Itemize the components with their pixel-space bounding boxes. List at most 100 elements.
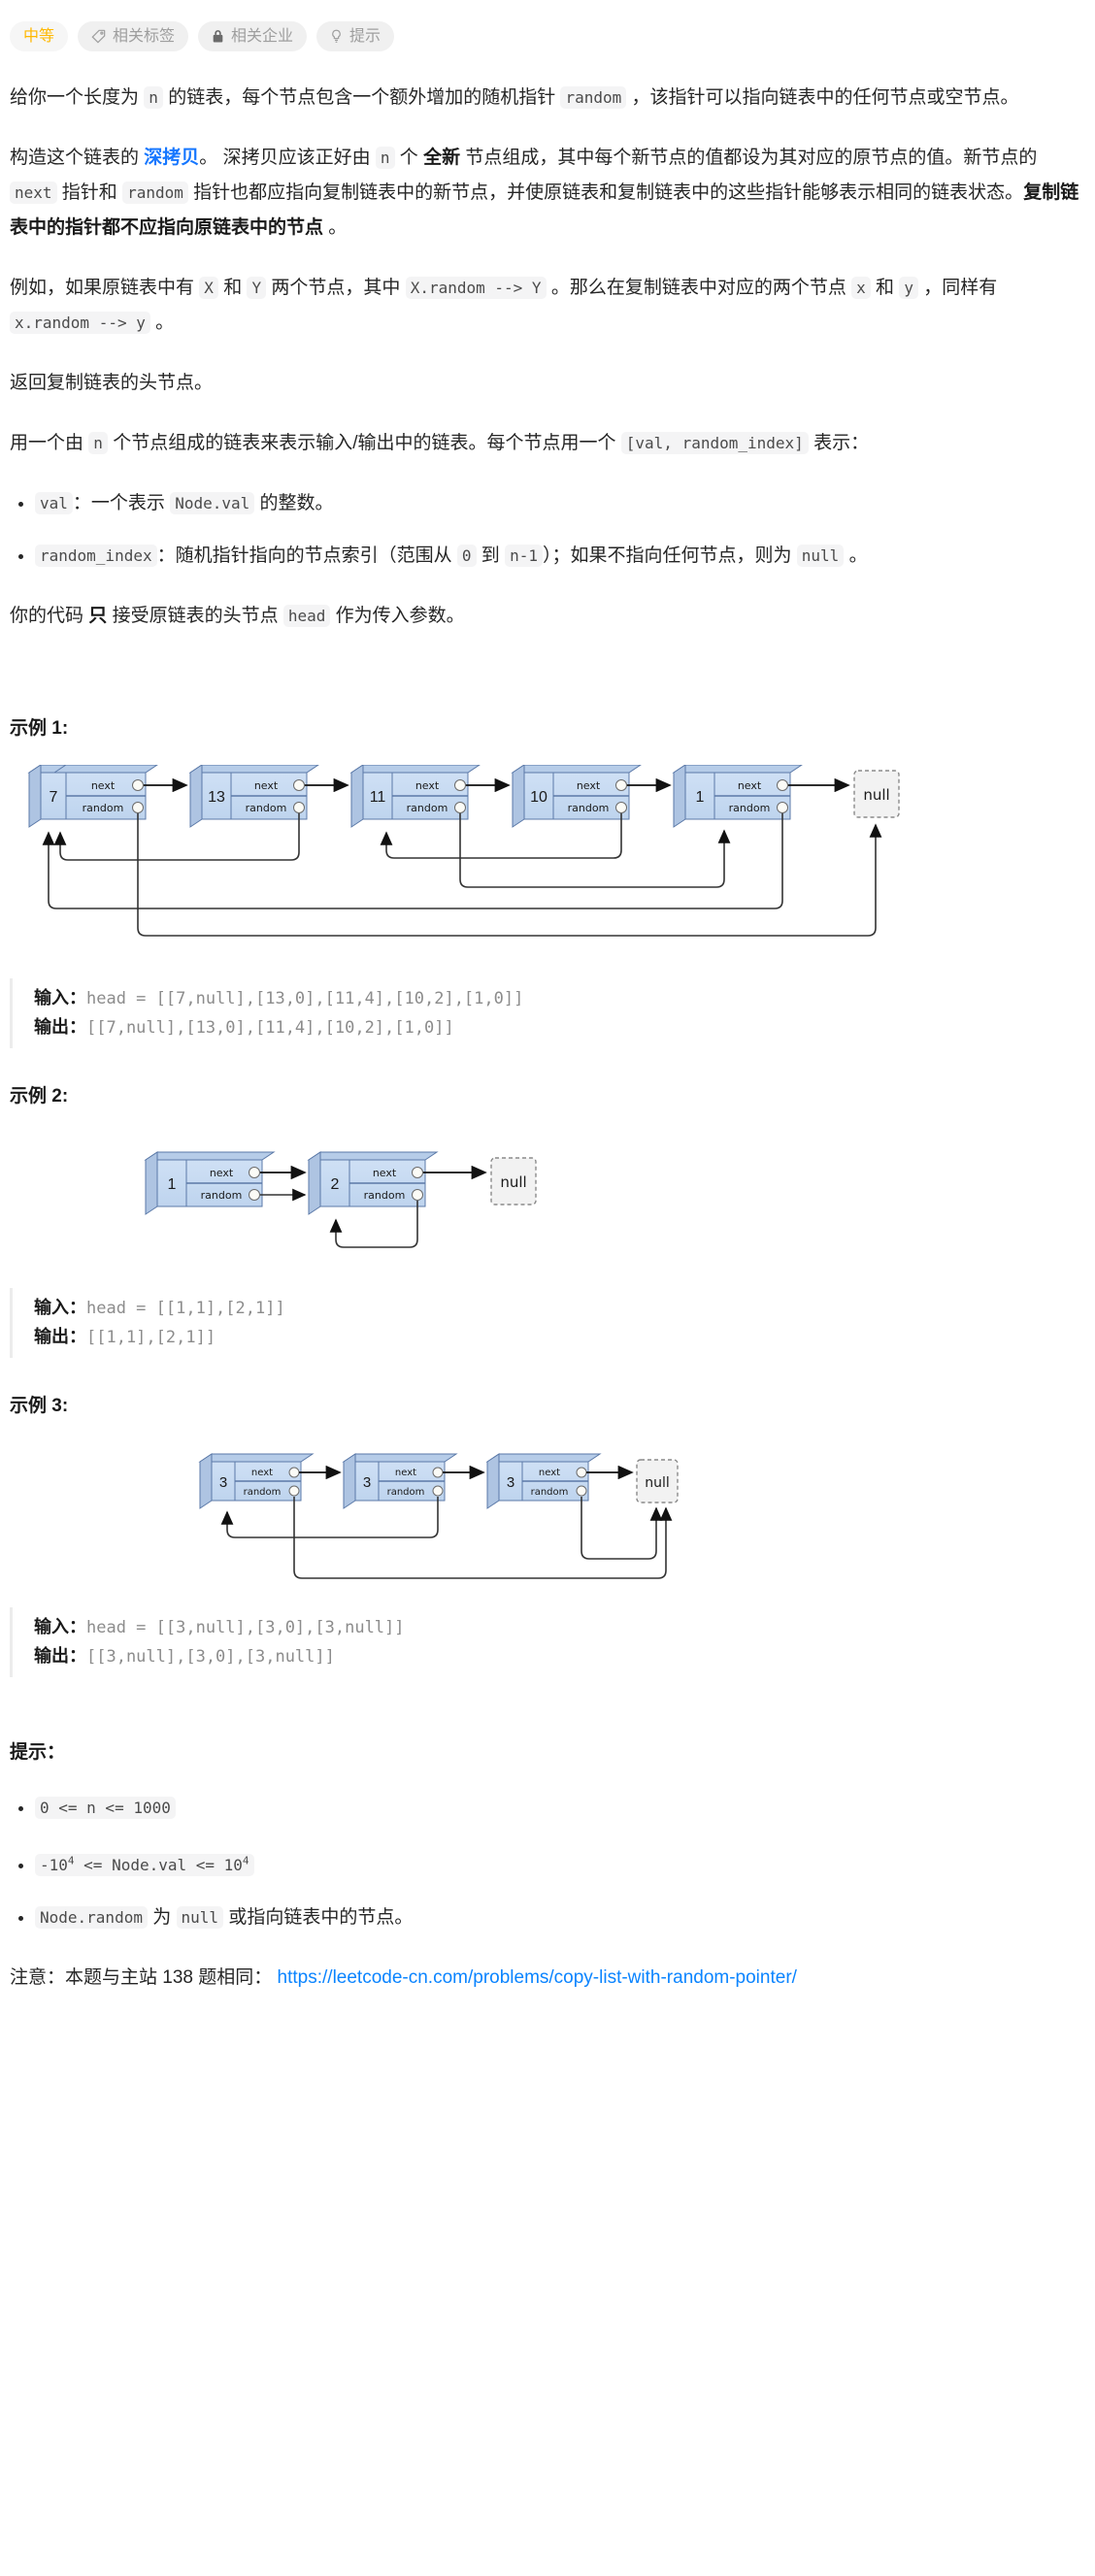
output-label: 输出： (34, 1327, 86, 1347)
svg-text:random: random (244, 1487, 282, 1498)
constraint-node-val-range: -104 <= Node.val <= 104 (35, 1853, 254, 1876)
exponent: 4 (67, 1854, 75, 1867)
code-null: null (176, 1905, 224, 1929)
lock-icon (212, 29, 224, 44)
code-X: X (199, 277, 218, 300)
linked-list-svg-2: 1 next random 2 next random null (144, 1151, 537, 1248)
svg-text:random: random (531, 1487, 569, 1498)
input-label: 输入： (34, 1617, 86, 1637)
code-X-random-Y: X.random --> Y (405, 277, 547, 300)
text: 和 (870, 278, 900, 299)
example-3-output: 输出：[[3,null],[3,0],[3,null]] (34, 1642, 1085, 1671)
example-2-diagram: 1 next random 2 next random null (10, 1133, 1085, 1269)
code-n: n (88, 432, 108, 455)
example-3-io: 输入：head = [[3,null],[3,0],[3,null]] 输出：[… (10, 1607, 1085, 1678)
problem-page: 中等 相关标签 相关企业 提示 给你一个长度为 n 的链表，每个节点包含一个额外… (0, 0, 1095, 2060)
output-label: 输出： (34, 1017, 86, 1038)
svg-text:random: random (83, 802, 124, 814)
output-value: [[1,1],[2,1]] (86, 1328, 216, 1348)
paragraph-6: 你的代码 只 接受原链表的头节点 head 作为传入参数。 (10, 599, 1085, 634)
text: 和 (217, 278, 248, 299)
source-problem-link[interactable]: https://leetcode-cn.com/problems/copy-li… (278, 1967, 797, 1988)
hints-heading: 提示： (10, 1742, 66, 1764)
related-tags-button[interactable]: 相关标签 (78, 21, 189, 52)
text: ：随机指针指向的节点索引（范围从 (156, 545, 457, 567)
text: 节点组成，其中每个新节点的值都设为其对应的原节点的值。新节点的 (460, 148, 1038, 169)
example-2-heading: 示例 2: (10, 1086, 69, 1107)
svg-text:random: random (568, 802, 610, 814)
related-tags-label: 相关标签 (113, 28, 176, 45)
svg-text:next: next (373, 1167, 397, 1179)
svg-text:7: 7 (50, 789, 58, 806)
random-pointer-arrow (220, 1497, 673, 1579)
related-companies-button[interactable]: 相关企业 (198, 21, 308, 52)
input-value: head = [[1,1],[2,1]] (86, 1299, 285, 1319)
text: ：一个表示 (72, 493, 171, 514)
input-label: 输入： (34, 988, 86, 1008)
code-x: x (851, 277, 871, 300)
code-next: next (10, 182, 57, 205)
text: 用一个由 (10, 433, 89, 454)
text: 个节点组成的链表来表示输入/输出中的链表。每个节点用一个 (107, 433, 621, 454)
hints-list: 0 <= n <= 1000 -104 <= Node.val <= 104 N… (10, 1791, 1085, 1934)
linked-list-svg-1: 7 next random 13 next random 11 next ran… (27, 765, 900, 937)
input-value: head = [[7,null],[13,0],[11,4],[10,2],[1… (86, 989, 524, 1009)
svg-text:3: 3 (363, 1474, 371, 1491)
example-3-heading: 示例 3: (10, 1396, 69, 1417)
code-n: n (144, 86, 163, 110)
node-box: 3 next random (342, 1453, 458, 1510)
code-random: random (122, 182, 188, 205)
input-label: 输入： (34, 1298, 86, 1318)
text: 。 (149, 313, 175, 334)
paragraph-2: 构造这个链表的 深拷贝。 深拷贝应该正好由 n 个 全新 节点组成，其中每个新节… (10, 141, 1085, 246)
hint-button[interactable]: 提示 (316, 21, 395, 52)
svg-text:null: null (645, 1475, 670, 1491)
text: 指针和 (56, 182, 123, 204)
deep-copy-accent: 深拷贝 (144, 148, 200, 169)
text: -10 (40, 1855, 68, 1874)
text: 。 (323, 217, 348, 239)
code-zero: 0 (456, 545, 477, 568)
null-node: null (636, 1459, 679, 1503)
list-item: -104 <= Node.val <= 104 (35, 1843, 1085, 1882)
text: 作为传入参数。 (330, 606, 465, 627)
example-1-heading: 示例 1: (10, 718, 69, 740)
text: 。 (844, 545, 868, 567)
example-1-diagram: 7 next random 13 next random 11 next ran… (10, 765, 1085, 959)
svg-text:random: random (387, 1487, 425, 1498)
text: 。 深拷贝应该正好由 (199, 148, 376, 169)
exponent: 4 (242, 1854, 249, 1867)
svg-text:null: null (863, 786, 889, 804)
list-item: 0 <= n <= 1000 (35, 1791, 1085, 1826)
output-value: [[3,null],[3,0],[3,null]] (86, 1647, 335, 1668)
difficulty-label: 中等 (23, 28, 55, 45)
code-Y: Y (247, 277, 267, 300)
code-n-minus-1: n-1 (505, 545, 543, 568)
svg-text:10: 10 (530, 789, 548, 806)
text: 接受原链表的头节点 (107, 606, 283, 627)
node-box: 1 next random (144, 1151, 276, 1216)
node-box: 3 next random (198, 1453, 315, 1510)
svg-text:3: 3 (507, 1474, 514, 1491)
svg-text:13: 13 (208, 789, 225, 806)
svg-text:next: next (415, 779, 440, 792)
svg-text:11: 11 (370, 789, 386, 806)
text: 两个节点，其中 (266, 278, 406, 299)
list-item: random_index：随机指针指向的节点索引（范围从 0 到 n-1）；如果… (35, 539, 1085, 574)
list-item: Node.random 为 null 或指向链表中的节点。 (35, 1900, 1085, 1935)
code-node-random: Node.random (35, 1905, 148, 1929)
null-node: null (490, 1157, 537, 1205)
node-box: 3 next random (485, 1453, 602, 1510)
code-n: n (375, 147, 395, 170)
code-val: val (35, 492, 73, 515)
emphasis-only: 只 (88, 606, 108, 627)
text: 的整数。 (254, 493, 334, 514)
code-x-random-y: x.random --> y (10, 312, 150, 335)
tag-icon (91, 29, 106, 44)
svg-text:random: random (407, 802, 448, 814)
text: ，该指针可以指向链表中的任何节点或空节点。 (626, 87, 1019, 109)
random-pointer-arrow (42, 813, 882, 937)
difficulty-badge[interactable]: 中等 (10, 21, 69, 52)
svg-text:next: next (577, 779, 601, 792)
